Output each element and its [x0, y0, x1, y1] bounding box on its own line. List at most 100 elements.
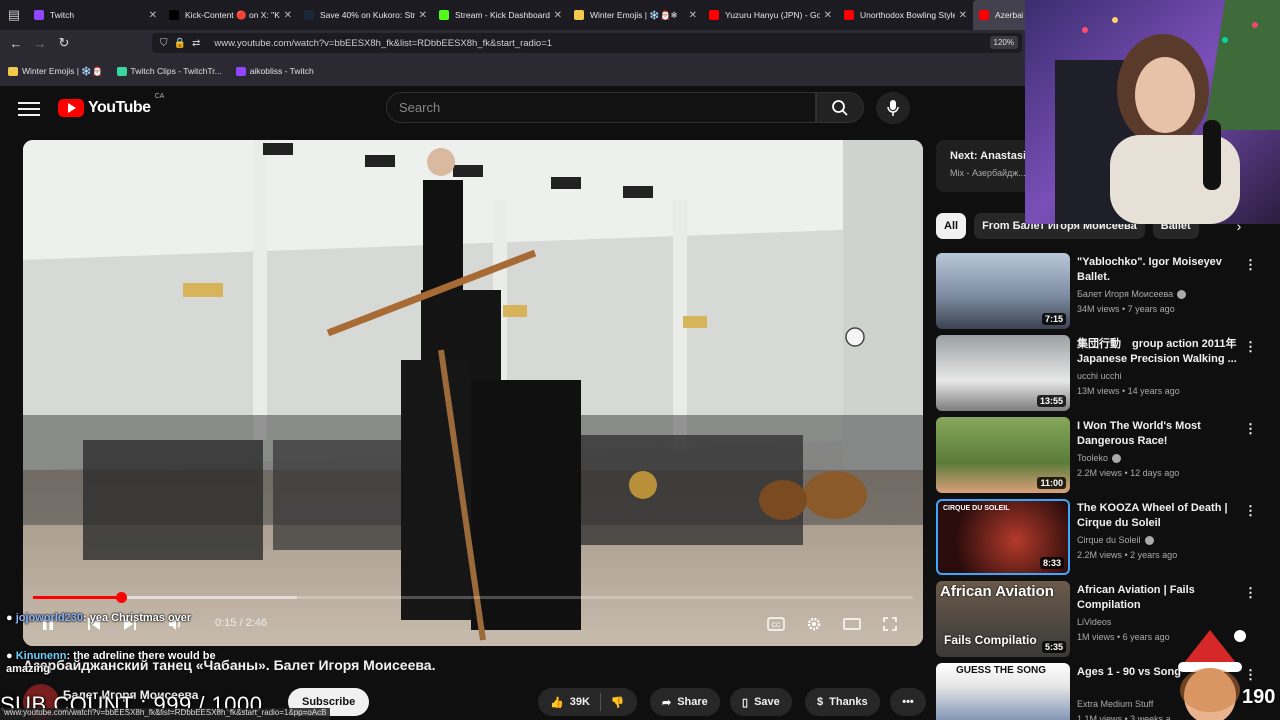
back-icon[interactable]: ←	[4, 30, 28, 56]
recommended-channel[interactable]: Cirque du Soleil	[1077, 535, 1154, 545]
search-button[interactable]	[816, 92, 864, 123]
recommended-title[interactable]: 集団行動 group action 2011年 Japanese Precisi…	[1077, 337, 1247, 367]
recommended-channel[interactable]: Балет Игоря Моисеева	[1077, 289, 1187, 299]
video-thumbnail[interactable]: 13:55	[936, 335, 1070, 411]
browser-tab[interactable]: Twitch ✕	[28, 0, 163, 30]
mic-icon	[887, 100, 899, 116]
save-button[interactable]: ▯ Save	[730, 688, 792, 716]
tab-list-icon[interactable]: ▤	[0, 0, 28, 30]
browser-tab[interactable]: Winter Emojis | ❄️🎅🏼❄ ✕	[568, 0, 703, 30]
shield-icon: ⛉	[160, 37, 168, 49]
recommended-title[interactable]: "Yablochko". Igor Moiseyev Ballet.	[1077, 255, 1247, 285]
recommended-title[interactable]: African Aviation | Fails Compilation	[1077, 583, 1247, 613]
tab-close-icon[interactable]: ✕	[689, 10, 697, 21]
browser-tab[interactable]: Azerbai	[973, 0, 1029, 30]
voice-search-button[interactable]	[876, 92, 910, 124]
thumbs-down-icon[interactable]: 👎	[611, 696, 625, 709]
video-thumbnail[interactable]: 11:00	[936, 417, 1070, 493]
like-button[interactable]: 👍 39K 👎	[538, 688, 637, 716]
folder-icon	[8, 66, 18, 76]
gear-icon	[807, 617, 821, 631]
verified-icon	[1144, 535, 1154, 545]
video-thumbnail[interactable]: GUESS THE SONG	[936, 663, 1070, 720]
duration-badge: 5:35	[1041, 641, 1066, 653]
tab-favicon-icon	[709, 10, 719, 20]
settings-button[interactable]	[803, 612, 825, 636]
kebab-menu-icon[interactable]: ⋮	[1244, 585, 1257, 601]
search-icon	[832, 99, 848, 116]
channel-name: LiVideos	[1077, 617, 1112, 627]
recommended-title[interactable]: The KOOZA Wheel of Death | Cirque du Sol…	[1077, 501, 1247, 531]
tab-close-icon[interactable]: ✕	[284, 10, 292, 21]
chat-user-badge-icon: ●	[6, 612, 13, 624]
thanks-button[interactable]: $ Thanks	[805, 688, 880, 716]
thumbs-up-icon: 👍	[550, 696, 564, 709]
search-input[interactable]: Search	[386, 92, 816, 123]
tab-close-icon[interactable]: ✕	[824, 10, 832, 21]
menu-icon[interactable]	[18, 98, 40, 118]
tab-favicon-icon	[574, 10, 584, 20]
captions-button[interactable]: CC	[765, 612, 787, 636]
permissions-icon[interactable]: ⇄	[192, 38, 200, 49]
recommended-channel[interactable]: Extra Medium Stuff	[1077, 699, 1153, 709]
recommended-video[interactable]: 7:15 "Yablochko". Igor Moiseyev Ballet. Ба…	[936, 253, 1266, 329]
bookmark-aikobliss[interactable]: aikobliss - Twitch	[235, 66, 314, 76]
captions-icon: CC	[767, 617, 785, 631]
thumbnail-text: African Aviation	[940, 583, 1054, 600]
youtube-play-icon	[58, 99, 84, 117]
browser-tab[interactable]: Stream - Kick Dashboard ✕	[433, 0, 568, 30]
reload-icon[interactable]: ↻	[52, 30, 76, 56]
more-icon: •••	[902, 696, 914, 708]
url-text[interactable]: www.youtube.com/watch?v=bbEESX8h_fk&list…	[214, 38, 552, 49]
recommended-channel[interactable]: Tooleko	[1077, 453, 1122, 463]
more-actions-button[interactable]: •••	[890, 688, 926, 716]
bookmark-twitch-clips[interactable]: Twitch Clips - TwitchTr...	[116, 66, 222, 76]
channel-name: ucchi ucchi	[1077, 371, 1122, 381]
twitchtracker-icon	[116, 66, 127, 76]
thumbnail-text: Fails Compilatio	[944, 633, 1037, 647]
tab-close-icon[interactable]: ✕	[959, 10, 967, 21]
tab-favicon-icon	[439, 10, 449, 20]
kebab-menu-icon[interactable]: ⋮	[1244, 339, 1257, 355]
video-player[interactable]: 0:15 / 2:46 CC	[23, 140, 923, 646]
tab-close-icon[interactable]: ✕	[149, 10, 157, 21]
recommended-title[interactable]: I Won The World's Most Dangerous Race!	[1077, 419, 1247, 449]
recommended-meta: 1.1M views • 3 weeks a	[1077, 714, 1171, 720]
address-bar[interactable]: ⛉ 🔒 ⇄ www.youtube.com/watch?v=bbEESX8h_f…	[152, 33, 1022, 53]
chip-all[interactable]: All	[936, 213, 967, 239]
kebab-menu-icon[interactable]: ⋮	[1244, 421, 1257, 437]
tab-favicon-icon	[34, 10, 44, 20]
browser-tab[interactable]: Save 40% on Kukoro: Strea ✕	[298, 0, 433, 30]
tab-favicon-icon	[169, 10, 179, 20]
recommended-channel[interactable]: LiVideos	[1077, 617, 1111, 627]
browser-tab[interactable]: Yuzuru Hanyu (JPN) - Gold ✕	[703, 0, 838, 30]
tab-close-icon[interactable]: ✕	[419, 10, 427, 21]
theater-icon	[843, 618, 861, 630]
browser-tab[interactable]: Kick-Content 🔴 on X: "K ✕	[163, 0, 298, 30]
channel-name: Cirque du Soleil	[1077, 535, 1141, 545]
forward-icon[interactable]: →	[28, 30, 52, 56]
video-thumbnail[interactable]: CIRQUE DU SOLEIL 8:33	[936, 499, 1070, 575]
kebab-menu-icon[interactable]: ⋮	[1244, 257, 1257, 273]
theater-mode-button[interactable]	[841, 612, 863, 636]
recommended-channel[interactable]: ucchi ucchi	[1077, 371, 1122, 381]
scrubber-handle[interactable]	[116, 592, 127, 603]
kebab-menu-icon[interactable]: ⋮	[1244, 503, 1257, 519]
bookmark-winter-emojis[interactable]: Winter Emojis | ❄️🎅🏼	[8, 66, 103, 77]
streamer-webcam	[1025, 0, 1280, 224]
zoom-level[interactable]: 120%	[989, 36, 1018, 49]
fullscreen-button[interactable]	[879, 612, 901, 636]
status-bar-url: www.youtube.com/watch?v=bbEESX8h_fk&list…	[0, 708, 331, 720]
share-button[interactable]: ➦ Share	[650, 688, 720, 716]
video-thumbnail[interactable]: 7:15	[936, 253, 1070, 329]
tab-title: Azerbai	[995, 10, 1023, 20]
video-progress-bar[interactable]	[33, 592, 913, 603]
recommended-video[interactable]: 13:55 集団行動 group action 2011年 Japanese Pr…	[936, 335, 1266, 411]
youtube-logo[interactable]: YouTube CA	[58, 93, 164, 117]
tab-close-icon[interactable]: ✕	[554, 10, 562, 21]
browser-tab[interactable]: Unorthodox Bowling Styles ✕	[838, 0, 973, 30]
video-thumbnail[interactable]: African Aviation Fails Compilatio 5:35	[936, 581, 1070, 657]
recommended-video[interactable]: CIRQUE DU SOLEIL 8:33 The KOOZA Wheel of D…	[936, 499, 1266, 575]
video-frame	[23, 140, 923, 646]
recommended-video[interactable]: 11:00 I Won The World's Most Dangerous Ra…	[936, 417, 1266, 493]
